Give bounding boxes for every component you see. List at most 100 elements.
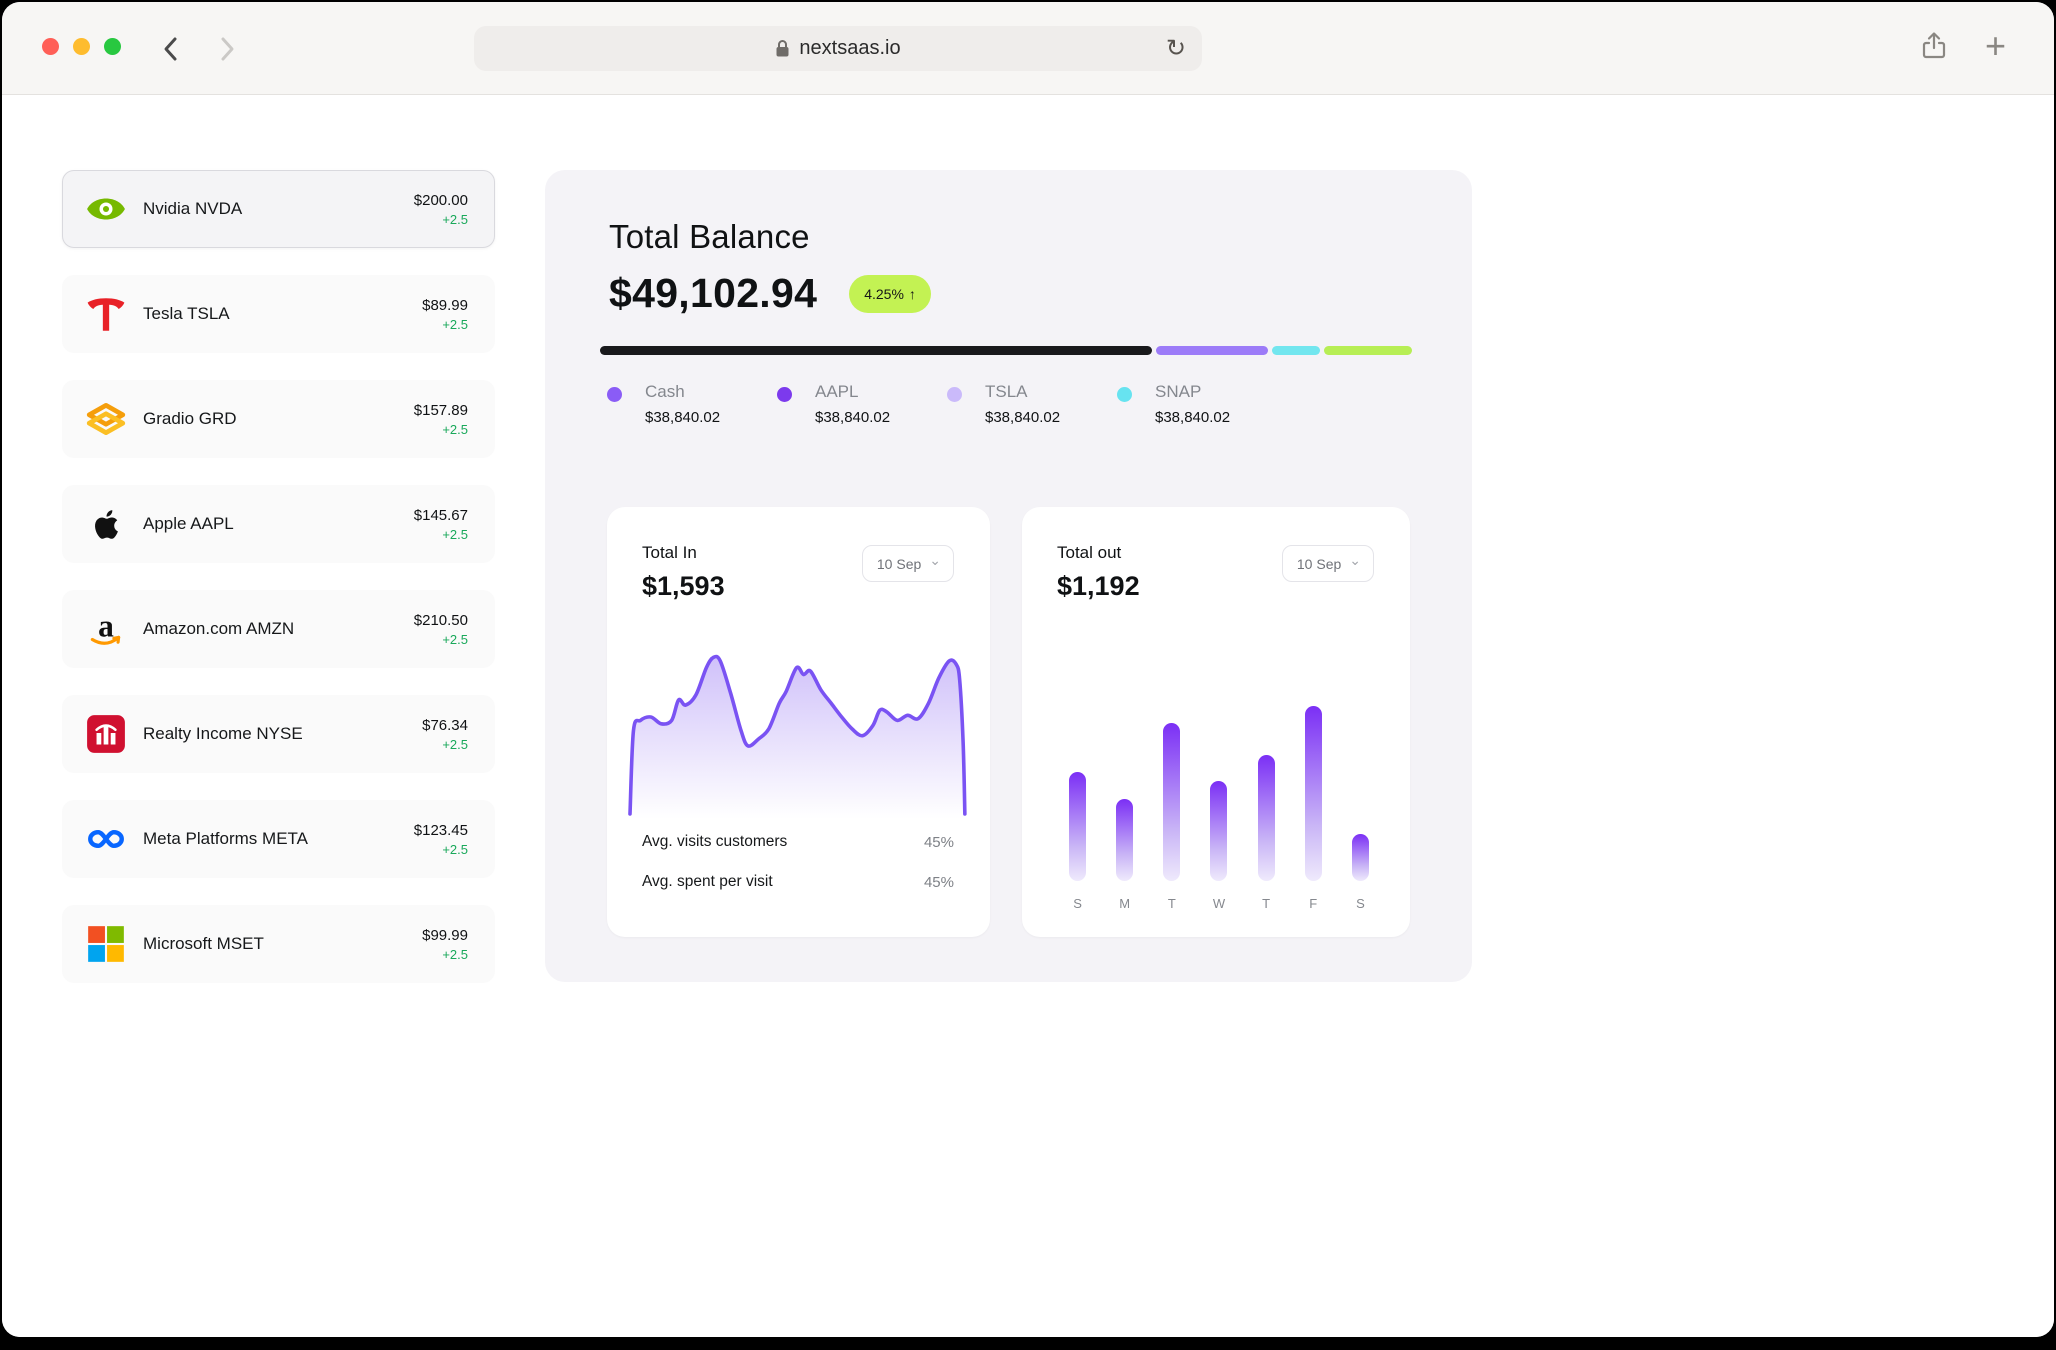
tesla-logo-icon <box>85 293 127 335</box>
minimize-window-button[interactable] <box>73 38 90 55</box>
total-out-period-dropdown[interactable]: 10 Sep ⌄ <box>1282 545 1374 582</box>
day-bar <box>1116 799 1133 881</box>
legend-label: AAPL <box>815 382 890 402</box>
day-bar <box>1352 834 1369 881</box>
stock-item-amazon[interactable]: a Amazon.com AMZN $210.50 +2.5 <box>62 590 495 668</box>
stock-name: Nvidia NVDA <box>143 199 414 219</box>
amazon-logo-icon: a <box>85 608 127 650</box>
microsoft-logo-icon <box>85 923 127 965</box>
new-tab-icon[interactable]: + <box>1985 28 2006 64</box>
stock-item-apple[interactable]: Apple AAPL $145.67+2.5 <box>62 485 495 563</box>
stock-name: Tesla TSLA <box>143 304 422 324</box>
legend-label: Cash <box>645 382 720 402</box>
snap-dot-icon <box>1117 387 1132 402</box>
total-in-title: Total In <box>642 543 697 563</box>
browser-window: nextsaas.io ↻ + Nvidia NVDA $200.00+2.5 <box>2 2 2054 1337</box>
total-out-title: Total out <box>1057 543 1121 563</box>
url-text: nextsaas.io <box>799 37 900 60</box>
stat-label: Avg. visits customers <box>642 833 787 851</box>
total-balance-title: Total Balance <box>609 218 810 256</box>
stock-name: Amazon.com AMZN <box>143 619 414 639</box>
forward-button[interactable] <box>210 30 244 68</box>
svg-text:a: a <box>98 608 114 643</box>
stock-change: +2.5 <box>442 212 468 227</box>
legend-label: SNAP <box>1155 382 1230 402</box>
page-content: Nvidia NVDA $200.00+2.5 Tesla TSLA $89.9… <box>2 96 2054 1337</box>
total-out-day-labels: SMTWTFS <box>1054 896 1384 911</box>
balance-change-value: 4.25% <box>864 286 904 302</box>
stock-change: +2.5 <box>442 842 468 857</box>
total-out-bars <box>1054 699 1384 881</box>
stock-price: $123.45 <box>414 822 468 839</box>
day-label: T <box>1243 896 1290 911</box>
stock-item-tesla[interactable]: Tesla TSLA $89.99 +2.5 <box>62 275 495 353</box>
stock-price: $145.67 <box>414 507 468 524</box>
stat-label: Avg. spent per visit <box>642 873 773 891</box>
apple-logo-icon <box>85 503 127 545</box>
day-bar <box>1258 755 1275 881</box>
stock-change: +2.5 <box>442 527 468 542</box>
tsla-dot-icon <box>947 387 962 402</box>
stock-item-realty-income[interactable]: Realty Income NYSE $76.34+2.5 <box>62 695 495 773</box>
allocation-bar <box>600 346 1412 355</box>
cash-dot-icon <box>607 387 622 402</box>
allocation-legend: Cash $38,840.02 AAPL $38,840.02 TSLA $ <box>607 382 1287 426</box>
address-bar[interactable]: nextsaas.io ↻ <box>474 26 1202 71</box>
stock-name: Realty Income NYSE <box>143 724 422 744</box>
legend-value: $38,840.02 <box>645 409 720 426</box>
total-in-period-dropdown[interactable]: 10 Sep ⌄ <box>862 545 954 582</box>
balance-panel: Total Balance $49,102.94 4.25% ↑ Cash $3… <box>545 170 1472 982</box>
legend-value: $38,840.02 <box>985 409 1060 426</box>
stock-item-nvidia[interactable]: Nvidia NVDA $200.00+2.5 <box>62 170 495 248</box>
stock-change: +2.5 <box>442 422 468 437</box>
stock-item-meta[interactable]: Meta Platforms META $123.45 +2.5 <box>62 800 495 878</box>
gradio-logo-icon <box>85 398 127 440</box>
total-out-value: $1,192 <box>1057 571 1140 602</box>
screen: nextsaas.io ↻ + Nvidia NVDA $200.00+2.5 <box>0 0 2056 1350</box>
close-window-button[interactable] <box>42 38 59 55</box>
legend-value: $38,840.02 <box>1155 409 1230 426</box>
total-in-stats: Avg. visits customers 45% Avg. spent per… <box>642 833 954 891</box>
stock-change: +2.5 <box>442 317 468 332</box>
day-label: S <box>1337 896 1384 911</box>
day-bar <box>1210 781 1227 881</box>
zoom-window-button[interactable] <box>104 38 121 55</box>
stock-price: $89.99 <box>422 297 468 314</box>
back-button[interactable] <box>154 30 188 68</box>
stat-row-spent: Avg. spent per visit 45% <box>642 873 954 891</box>
legend-label: TSLA <box>985 382 1060 402</box>
day-label: T <box>1148 896 1195 911</box>
legend-value: $38,840.02 <box>815 409 890 426</box>
chevron-down-icon: ⌄ <box>929 552 941 569</box>
stat-row-visits: Avg. visits customers 45% <box>642 833 954 851</box>
stock-change: +2.5 <box>442 632 468 647</box>
realty-income-logo-icon <box>85 713 127 755</box>
stock-name: Gradio GRD <box>143 409 414 429</box>
chevron-down-icon: ⌄ <box>1349 552 1361 569</box>
stat-value: 45% <box>924 874 954 891</box>
aapl-dot-icon <box>777 387 792 402</box>
stock-price: $210.50 <box>414 612 468 629</box>
stock-item-microsoft[interactable]: Microsoft MSET $99.99+2.5 <box>62 905 495 983</box>
total-in-card: Total In $1,593 10 Sep ⌄ <box>607 507 990 937</box>
day-label: S <box>1054 896 1101 911</box>
stock-price: $76.34 <box>422 717 468 734</box>
total-out-card: Total out $1,192 10 Sep ⌄ SMTWTFS <box>1022 507 1410 937</box>
total-in-value: $1,593 <box>642 571 725 602</box>
day-bar <box>1305 706 1322 881</box>
period-value: 10 Sep <box>877 556 921 572</box>
share-icon[interactable] <box>1921 31 1947 61</box>
stock-item-gradio[interactable]: Gradio GRD $157.89+2.5 <box>62 380 495 458</box>
stock-change: +2.5 <box>442 947 468 962</box>
browser-toolbar: nextsaas.io ↻ + <box>2 2 2054 95</box>
stock-name: Meta Platforms META <box>143 829 414 849</box>
day-bar <box>1069 772 1086 881</box>
legend-item-snap: SNAP $38,840.02 <box>1117 382 1287 426</box>
nvidia-logo-icon <box>85 188 127 230</box>
balance-change-badge: 4.25% ↑ <box>849 275 931 313</box>
stock-watchlist: Nvidia NVDA $200.00+2.5 Tesla TSLA $89.9… <box>62 170 495 1010</box>
total-balance-amount: $49,102.94 <box>609 270 817 317</box>
day-label: W <box>1195 896 1242 911</box>
reload-icon[interactable]: ↻ <box>1166 34 1186 63</box>
day-bar <box>1163 723 1180 881</box>
